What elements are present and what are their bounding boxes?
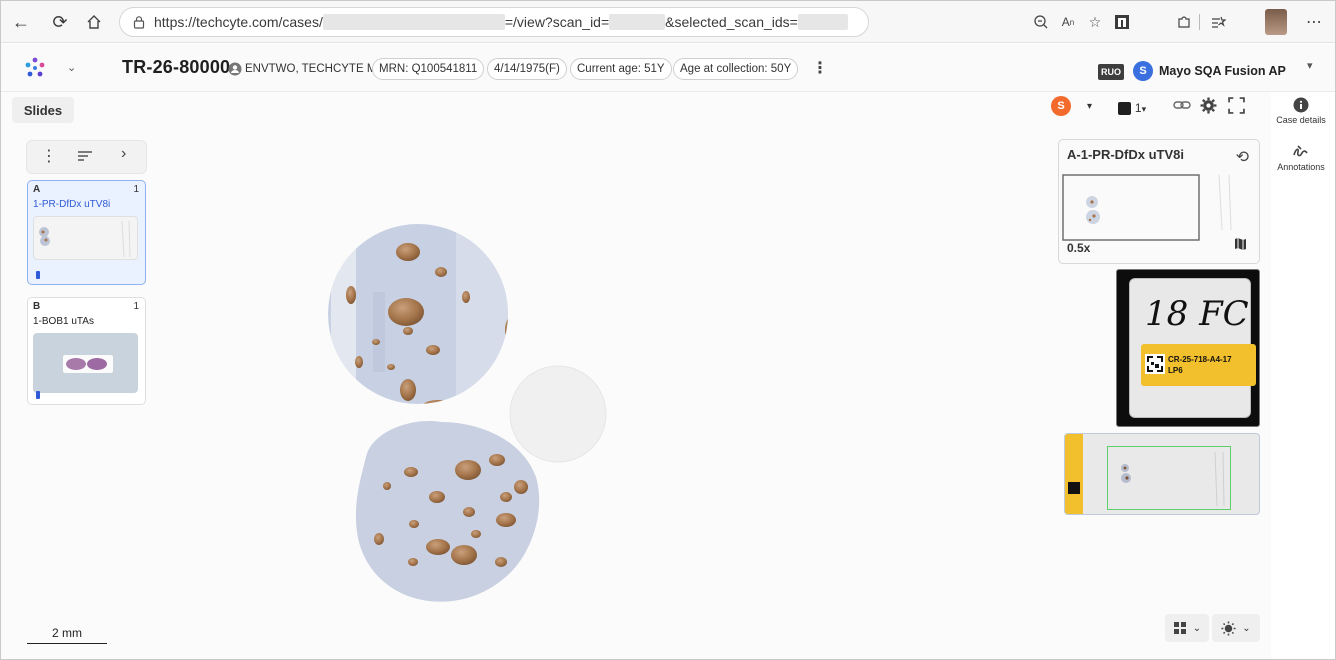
slide-card-b[interactable]: B 1 1-BOB1 uTAs xyxy=(27,297,146,405)
extension-icon[interactable] xyxy=(1111,11,1133,33)
handwritten-label: 18 FC xyxy=(1145,294,1249,334)
expand-panel-chevron-icon[interactable]: › xyxy=(121,145,126,163)
scan-indicator xyxy=(36,391,40,399)
current-age-chip: Current age: 51Y xyxy=(570,58,672,80)
case-menu-icon[interactable]: ⋮ xyxy=(812,58,828,78)
mrn-chip: MRN: Q100541811 xyxy=(372,58,485,80)
lock-icon xyxy=(133,16,145,29)
app-header: ⌄ TR-26-80000 ENVTWO, TECHCYTE M MRN: Q1… xyxy=(1,44,1335,92)
zoom-out-icon[interactable] xyxy=(1030,11,1052,33)
slide-count: 1 xyxy=(133,184,139,195)
annotation-squiggle-icon xyxy=(1293,145,1308,157)
case-details-button[interactable]: Case details xyxy=(1271,97,1331,125)
link-icon[interactable] xyxy=(1173,98,1191,115)
overview-panel[interactable]: A-1-PR-DfDx uTV8i ⟲ 0.5x xyxy=(1058,139,1260,264)
slide-thumbnail xyxy=(33,216,138,260)
app-logo-icon[interactable] xyxy=(23,56,47,80)
address-bar[interactable]: https://techcyte.com/cases/ =/view?scan_… xyxy=(119,7,869,37)
patient-name: ENVTWO, TECHCYTE M xyxy=(245,63,377,75)
redacted-segment xyxy=(609,14,666,30)
url-prefix: https://techcyte.com/cases/ xyxy=(154,14,323,30)
slide-group: B xyxy=(33,301,41,312)
panel-menu-icon[interactable]: ⋮ xyxy=(41,146,57,166)
dob-chip: 4/14/1975(F) xyxy=(487,58,567,80)
person-icon xyxy=(228,62,242,76)
more-menu-icon[interactable]: ⋯ xyxy=(1303,11,1325,33)
home-icon[interactable] xyxy=(82,10,106,34)
fullscreen-icon[interactable] xyxy=(1228,97,1245,117)
user-avatar[interactable]: S xyxy=(1051,96,1071,116)
favorite-star-icon[interactable]: ☆ xyxy=(1084,11,1106,33)
url-mid2: &selected_scan_ids= xyxy=(665,14,798,30)
barcode-text-1: CR-25-718-A4-17 xyxy=(1168,355,1232,364)
slide-label: 1-PR-DfDx uTV8i xyxy=(33,199,111,210)
org-avatar[interactable]: S xyxy=(1133,61,1153,81)
zoom-level: 0.5x xyxy=(1067,241,1091,255)
chevron-down-icon[interactable]: ⌄ xyxy=(67,61,76,74)
age-at-collection-chip: Age at collection: 50Y xyxy=(673,58,799,80)
scale-bar-label: 2 mm xyxy=(52,626,82,640)
redacted-segment xyxy=(322,14,505,30)
collections-icon[interactable] xyxy=(1207,11,1229,33)
slides-tab[interactable]: Slides xyxy=(12,97,74,123)
scan-indicator xyxy=(36,271,40,279)
layer-count: 1 xyxy=(1134,101,1142,115)
case-details-label: Case details xyxy=(1276,115,1326,125)
brightness-control[interactable]: ⌄ xyxy=(1212,614,1260,642)
barcode-icon xyxy=(1145,354,1165,374)
brightness-icon xyxy=(1221,620,1236,636)
ruo-badge: RUO xyxy=(1098,64,1124,80)
slide-panel-toolbar: ⋮ › xyxy=(26,140,147,174)
color-swatch[interactable]: 1▾ xyxy=(1118,99,1146,115)
back-arrow-icon[interactable]: ← xyxy=(9,10,33,34)
annotations-label: Annotations xyxy=(1277,162,1325,172)
browser-toolbar: ← ⟳ https://techcyte.com/cases/ =/view?s… xyxy=(1,1,1335,43)
slide-label: 1-BOB1 uTAs xyxy=(33,316,94,327)
org-dropdown-chevron-icon[interactable]: ▾ xyxy=(1307,59,1313,72)
slide-card-a[interactable]: A 1 1-PR-DfDx uTV8i xyxy=(27,180,146,285)
annotations-button[interactable]: Annotations xyxy=(1271,144,1331,172)
user-dropdown-icon[interactable]: ▾ xyxy=(1087,101,1092,112)
redacted-segment xyxy=(797,14,848,30)
sort-icon[interactable] xyxy=(77,149,93,167)
patient-chip[interactable]: ENVTWO, TECHCYTE M xyxy=(228,58,376,80)
grid-layout-icon xyxy=(1173,622,1186,634)
overview-slide-name: A-1-PR-DfDx uTV8i xyxy=(1067,147,1185,162)
map-icon[interactable] xyxy=(1234,237,1247,256)
slide-group: A xyxy=(33,184,41,195)
info-icon xyxy=(1293,97,1309,113)
url-mid: =/view?scan_id= xyxy=(504,14,610,30)
rotate-reset-icon[interactable]: ⟲ xyxy=(1236,147,1249,167)
scale-bar: 2 mm xyxy=(27,626,107,644)
reload-icon[interactable]: ⟳ xyxy=(48,10,72,34)
settings-gear-icon[interactable] xyxy=(1200,97,1217,117)
extensions-puzzle-icon[interactable] xyxy=(1173,11,1195,33)
profile-avatar[interactable] xyxy=(1265,9,1287,35)
slide-count: 1 xyxy=(133,301,139,312)
slide-thumbnail xyxy=(33,333,138,393)
full-slide-thumbnail xyxy=(1064,433,1260,515)
divider xyxy=(1199,14,1200,30)
org-name[interactable]: Mayo SQA Fusion AP xyxy=(1159,64,1286,78)
barcode-text-2: LP6 xyxy=(1168,366,1183,375)
layout-control[interactable]: ⌄ xyxy=(1165,614,1209,642)
slide-label-photo: 18 FC CR-25-718-A4-17 LP6 xyxy=(1116,269,1260,427)
case-id: TR-26-80000 xyxy=(122,57,231,77)
read-aloud-icon[interactable]: An xyxy=(1057,11,1079,33)
